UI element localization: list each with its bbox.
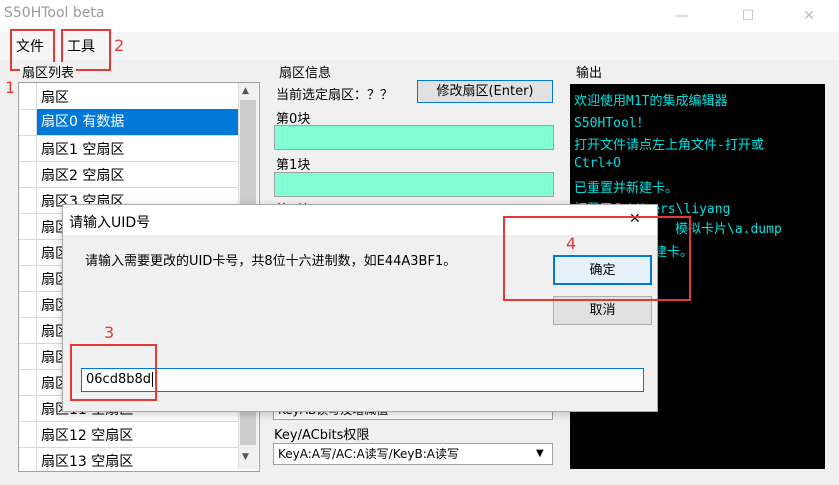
annotation-box-4 <box>503 216 691 301</box>
dialog-title: 请输入UID号 <box>69 215 151 231</box>
current-sector-label: 当前选定扇区：？？ <box>276 88 394 103</box>
scroll-down-icon[interactable]: ▼ <box>242 452 249 462</box>
output-title: 输出 <box>574 62 605 81</box>
output-line-1: S50HTool！ <box>574 116 650 131</box>
acbits-combo-value: KeyA:A写/AC:A读写/KeyB:A读写 <box>278 447 459 461</box>
uid-input[interactable]: 06cd8b8d <box>81 368 644 392</box>
output-line-6: 模拟卡片\a.dump <box>675 222 782 237</box>
sector-row-13[interactable]: 扇区13 空扇区 <box>19 447 239 471</box>
output-line-3: Ctrl+O <box>574 156 621 171</box>
annotation-label-2: 2 <box>114 36 125 55</box>
sector-list-header: 扇区 <box>19 83 239 110</box>
acbits-combo[interactable]: KeyA:A写/AC:A读写/KeyB:A读写 ▼ <box>273 443 553 465</box>
annotation-label-4: 4 <box>566 234 577 253</box>
sector-row-12[interactable]: 扇区12 空扇区 <box>19 421 239 448</box>
dialog-message: 请输入需要更改的UID卡号，共8位十六进制数，如E44A3BF1。 <box>85 254 457 269</box>
menu-bar <box>0 32 839 60</box>
close-button[interactable]: ✕ <box>786 0 832 32</box>
block1-field[interactable] <box>274 172 554 197</box>
output-line-4: 已重置并新建卡。 <box>574 181 679 196</box>
annotation-label-3: 3 <box>104 323 115 342</box>
title-bar <box>0 0 839 32</box>
modify-sector-button[interactable]: 修改扇区(Enter) <box>417 80 553 103</box>
block0-field[interactable] <box>274 125 554 150</box>
maximize-button[interactable]: ☐ <box>725 0 771 32</box>
annotation-box-3 <box>70 344 157 401</box>
sector-list-title: 扇区列表 <box>20 62 77 81</box>
annotation-label-1: 1 <box>5 78 16 97</box>
minimize-button[interactable]: — <box>659 0 705 32</box>
sector-info-title: 扇区信息 <box>277 62 334 81</box>
sector-row-1[interactable]: 扇区1 空扇区 <box>19 135 239 162</box>
scroll-up-icon[interactable]: ▲ <box>242 86 249 96</box>
window-title: S50HTool beta <box>4 5 105 21</box>
chevron-down-icon[interactable]: ▼ <box>536 444 544 464</box>
block1-label: 第1块 <box>276 158 311 173</box>
output-line-0: 欢迎使用M1T的集成编辑器 <box>574 94 728 109</box>
sector-row-2[interactable]: 扇区2 空扇区 <box>19 161 239 188</box>
output-line-2: 打开文件请点左上角文件-打开或 <box>574 138 764 153</box>
sector-row-0[interactable]: 扇区0 有数据 <box>19 109 239 136</box>
acbits-label: Key/ACbits权限 <box>274 428 370 443</box>
